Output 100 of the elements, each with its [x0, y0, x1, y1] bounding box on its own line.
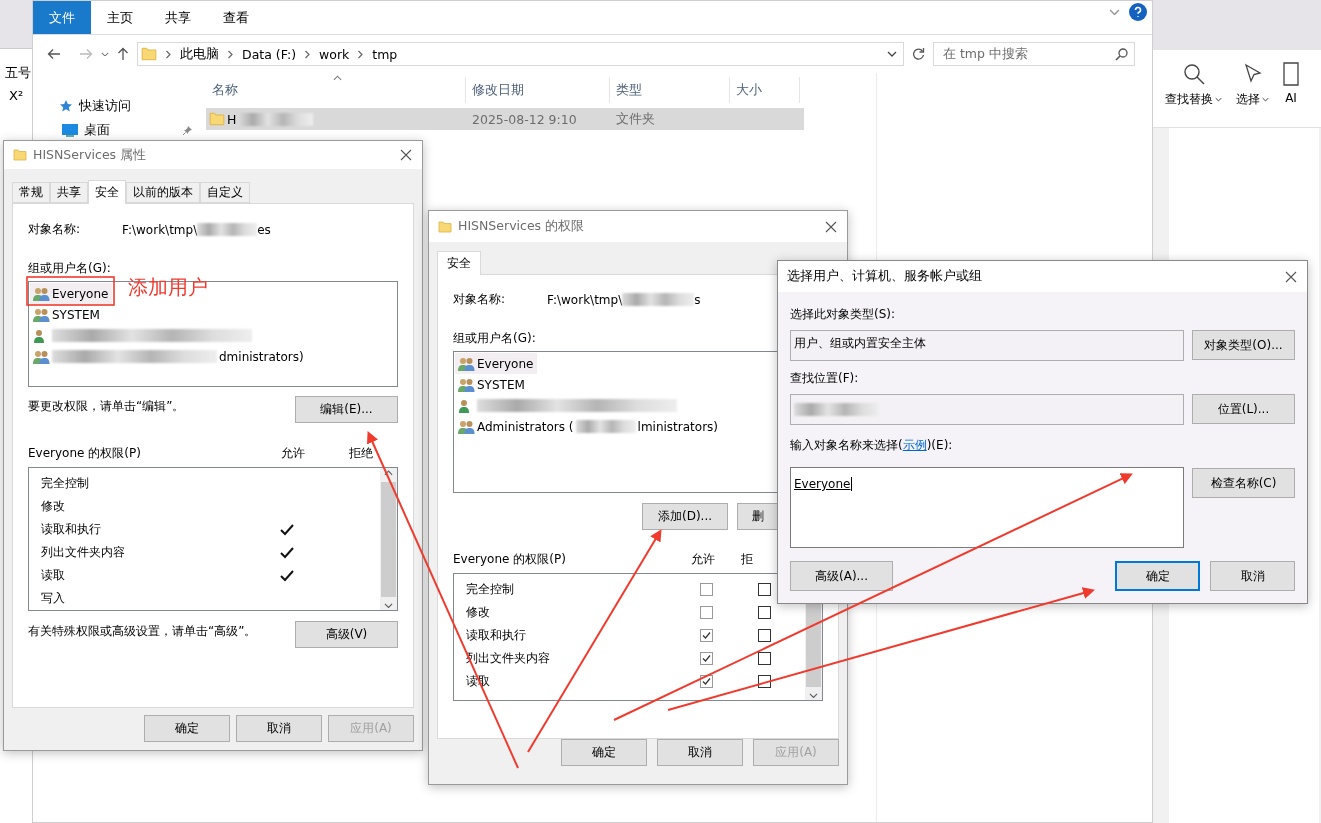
close-icon[interactable]	[825, 220, 837, 233]
dialog-button[interactable]: 取消	[657, 739, 743, 766]
ribbon-tab[interactable]: 共享	[149, 1, 207, 34]
checkbox[interactable]	[758, 583, 771, 596]
up-icon[interactable]	[117, 47, 129, 61]
object-types-button[interactable]: 对象类型(O)...	[1192, 330, 1295, 360]
checkbox[interactable]	[758, 652, 771, 665]
checkbox[interactable]	[700, 606, 713, 619]
tab[interactable]: 常规	[12, 182, 50, 203]
permissions-title: Everyone 的权限(P)	[453, 551, 567, 568]
dialog-button[interactable]: 确定	[144, 715, 230, 742]
user-group-icon	[458, 419, 475, 434]
ribbon-tab[interactable]: 主页	[91, 1, 149, 34]
breadcrumb-item[interactable]: Data (F:)	[242, 46, 296, 62]
ribbon-button[interactable]: AI	[1281, 62, 1301, 105]
location-field[interactable]	[790, 394, 1184, 425]
scroll-down-icon[interactable]	[384, 602, 393, 608]
expand-ribbon-icon[interactable]	[1108, 8, 1120, 16]
user-list-item[interactable]: SYSTEM	[455, 374, 529, 395]
ribbon-tab[interactable]: 查看	[207, 1, 265, 34]
ribbon-tab[interactable]: 文件	[33, 1, 91, 34]
tab[interactable]: 自定义	[200, 182, 250, 203]
advanced-button[interactable]: 高级(A)...	[790, 561, 893, 591]
user-list-item[interactable]: Everyone	[455, 353, 538, 374]
column-header[interactable]: 修改日期	[466, 77, 610, 103]
column-header[interactable]: 类型	[610, 77, 730, 103]
close-icon[interactable]	[1285, 270, 1297, 283]
dialog-button[interactable]: 确定	[561, 739, 647, 766]
check-names-button[interactable]: 检查名称(C)	[1192, 468, 1295, 498]
permission-name: 列出文件夹内容	[41, 544, 126, 561]
nav-item[interactable]: 快速访问	[59, 97, 203, 115]
address-dropdown-icon[interactable]	[887, 51, 897, 57]
annotation-text: 添加用户	[128, 274, 208, 301]
address-bar[interactable]: 此电脑 Data (F:) work tmp	[137, 42, 904, 66]
user-list-item[interactable]: Administrators ( lministrators)	[455, 416, 723, 437]
column-header: 拒绝	[349, 445, 374, 462]
breadcrumb-item[interactable]: 此电脑	[180, 45, 219, 63]
tab[interactable]: 安全	[437, 251, 481, 275]
window-title: 选择用户、计算机、服务帐户或组	[787, 268, 983, 285]
file-row[interactable]: H 2025-08-12 9:10 文件夹	[206, 108, 804, 130]
object-path: F:\work\tmp\	[122, 222, 198, 237]
tab[interactable]: 共享	[50, 182, 88, 203]
refresh-icon[interactable]	[912, 47, 925, 61]
scroll-up-icon[interactable]	[384, 470, 393, 476]
tab[interactable]: 安全	[88, 180, 126, 204]
star-icon	[59, 99, 73, 113]
field-label: 组或用户名(G):	[28, 260, 111, 277]
close-icon[interactable]	[400, 149, 412, 161]
chevron-right-icon	[304, 49, 311, 59]
dropdown-icon[interactable]	[1215, 97, 1222, 102]
document-icon	[1283, 62, 1299, 86]
add-button[interactable]: 添加(D)...	[642, 503, 728, 530]
help-icon[interactable]	[1129, 3, 1147, 21]
user-list-item[interactable]: Everyone	[30, 283, 113, 304]
folder-icon	[141, 46, 157, 62]
sort-ascending-icon[interactable]	[333, 75, 342, 81]
edit-button[interactable]: 编辑(E)...	[295, 396, 398, 423]
checkbox[interactable]	[700, 583, 713, 596]
dialog-button[interactable]: 确定	[1115, 561, 1200, 591]
dialog-button[interactable]: 取消	[236, 715, 322, 742]
column-header: 允许	[281, 445, 306, 462]
superscript-button[interactable]: X²	[0, 88, 32, 103]
permission-name: 写入	[41, 590, 66, 607]
checkbox[interactable]	[758, 629, 771, 642]
ribbon-button[interactable]: 查找替换	[1163, 62, 1224, 108]
user-name: Administrators (	[477, 419, 574, 434]
scrollbar[interactable]	[380, 468, 397, 610]
breadcrumb-item[interactable]: work	[319, 46, 350, 62]
user-list-item[interactable]: dministrators)	[30, 346, 308, 367]
checkbox[interactable]	[700, 652, 713, 665]
breadcrumb-item[interactable]: tmp	[372, 46, 398, 62]
scroll-down-icon[interactable]	[809, 692, 818, 698]
folder-icon	[13, 148, 27, 162]
dialog-button[interactable]: 取消	[1210, 561, 1295, 591]
object-type-field[interactable]: 用户、组或内置安全主体	[790, 330, 1184, 361]
column-header[interactable]: 名称	[206, 77, 466, 103]
user-name: lministrators)	[637, 419, 719, 434]
checkbox[interactable]	[758, 606, 771, 619]
file-type: 文件夹	[616, 110, 655, 128]
examples-link[interactable]: 示例	[902, 438, 927, 452]
field-label: 查找位置(F):	[790, 370, 860, 387]
back-icon[interactable]	[47, 48, 61, 60]
nav-item[interactable]: 桌面	[59, 121, 203, 139]
column-header[interactable]: 大小	[730, 77, 800, 103]
window-title: HISNServices 属性	[33, 146, 148, 164]
locations-button[interactable]: 位置(L)...	[1192, 394, 1295, 424]
blurred-text	[197, 223, 258, 236]
hint-text: 要更改权限，请单击“编辑”。	[28, 398, 185, 415]
window-title: HISNServices 的权限	[458, 218, 586, 235]
checkbox[interactable]	[700, 629, 713, 642]
tab[interactable]: 以前的版本	[126, 182, 200, 203]
search-field[interactable]: 在 tmp 中搜索	[933, 42, 1135, 66]
dropdown-icon[interactable]	[1262, 97, 1269, 102]
object-names-field[interactable]: Everyone	[790, 467, 1184, 548]
advanced-button[interactable]: 高级(V)	[295, 621, 398, 648]
chevron-right-icon	[165, 49, 172, 59]
user-list-item[interactable]: SYSTEM	[30, 304, 104, 325]
recent-locations-icon[interactable]	[101, 51, 109, 57]
ribbon-button[interactable]: 选择	[1234, 62, 1271, 108]
pin-icon[interactable]	[182, 124, 193, 136]
